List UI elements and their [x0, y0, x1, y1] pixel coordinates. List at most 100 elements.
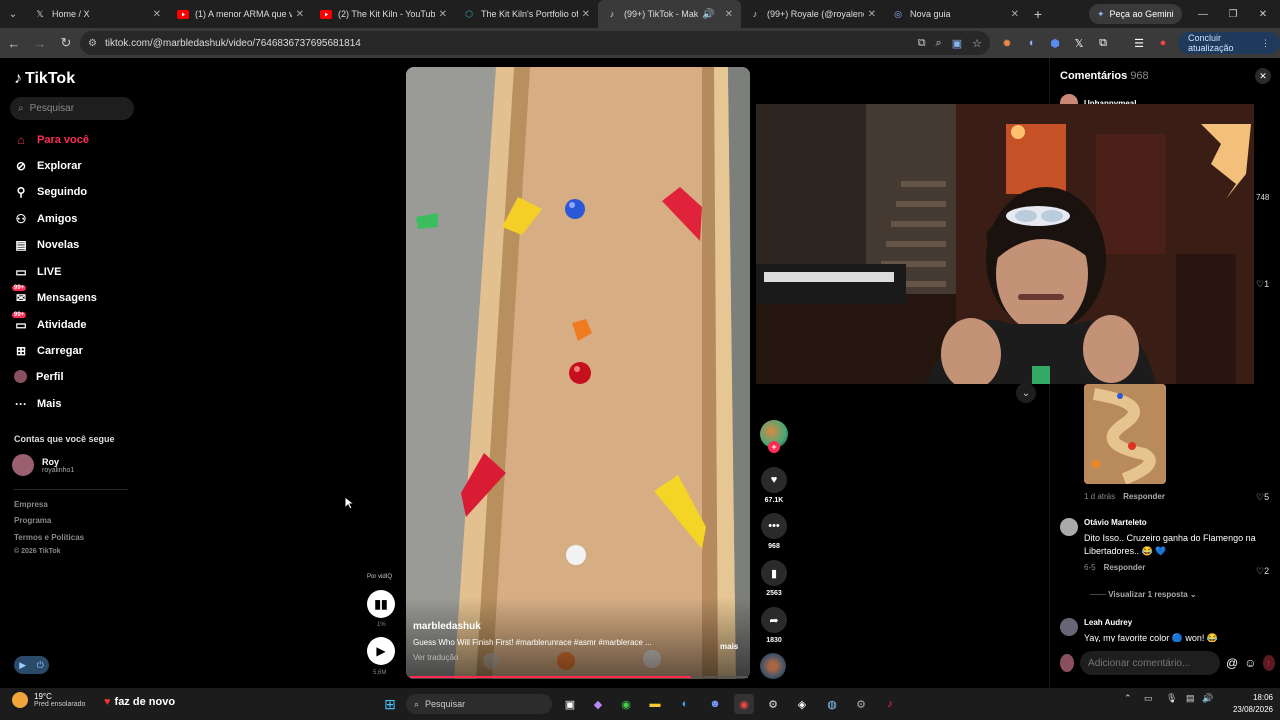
- weather-widget[interactable]: 19°C Pred ensolarado: [12, 692, 85, 708]
- search-input[interactable]: ⌕ Pesquisar: [10, 97, 134, 120]
- avatar[interactable]: [1060, 618, 1078, 636]
- discord-icon[interactable]: ☻: [705, 694, 725, 714]
- microphone-icon[interactable]: 🎙: [1166, 693, 1177, 704]
- extensions-puzzle-icon[interactable]: ⧉: [1092, 28, 1114, 58]
- follow-plus-icon[interactable]: +: [768, 441, 780, 453]
- sidebar-item-explorar[interactable]: ⊘ Explorar: [14, 159, 82, 173]
- close-window-icon[interactable]: ✕: [1248, 0, 1278, 28]
- extension-toggle[interactable]: ▶ ⏻: [14, 656, 49, 674]
- music-disc-icon[interactable]: [760, 653, 786, 679]
- volume-icon[interactable]: 🔊: [1202, 693, 1213, 704]
- file-explorer-icon[interactable]: ▬: [645, 694, 665, 714]
- sidebar-item-atividade[interactable]: ▭ 99+ Atividade: [12, 312, 87, 332]
- comment-input[interactable]: [1080, 651, 1221, 675]
- vidiq-stats-button[interactable]: ▮▮: [367, 590, 395, 618]
- comment-action[interactable]: ••• 968: [760, 513, 788, 550]
- view-replies-button[interactable]: —— Visualizar 1 resposta ⌄: [1090, 590, 1197, 599]
- settings-icon[interactable]: ⚙: [851, 694, 871, 714]
- task-view-icon[interactable]: ▣: [560, 694, 580, 714]
- video-progress-bar[interactable]: [410, 676, 748, 678]
- browser-tab[interactable]: ◎ Nova guia ✕: [884, 0, 1027, 28]
- comment-image[interactable]: [1084, 384, 1166, 484]
- more-link[interactable]: mais: [720, 642, 738, 651]
- translate-icon[interactable]: ⧉: [918, 37, 926, 50]
- update-button[interactable]: Concluir atualização ⋮: [1178, 32, 1280, 54]
- profile-avatar-icon[interactable]: ●: [1152, 28, 1174, 58]
- app-icon[interactable]: ◍: [822, 694, 842, 714]
- comment-like[interactable]: ♡2: [1256, 566, 1269, 577]
- sidebar-item-seguindo[interactable]: ⚲ Seguindo: [14, 185, 88, 199]
- sidebar-item-carregar[interactable]: ⊞ Carregar: [14, 344, 83, 358]
- reply-button[interactable]: Responder: [1104, 563, 1146, 572]
- browser-tab[interactable]: ⬡ The Kit Kiln's Portfolio of 3D ✕: [455, 0, 598, 28]
- picture-in-picture-video[interactable]: [756, 104, 1254, 384]
- minimize-icon[interactable]: —: [1188, 0, 1218, 28]
- sidebar-item-mais[interactable]: ··· Mais: [14, 397, 61, 411]
- extension-icon[interactable]: ⬢: [1044, 28, 1066, 58]
- bookmark-icon[interactable]: ▮: [761, 560, 787, 586]
- tray-chevron-icon[interactable]: ⌃: [1124, 693, 1132, 704]
- footer-link-empresa[interactable]: Empresa: [14, 500, 48, 509]
- chrome-icon[interactable]: ◉: [616, 694, 636, 714]
- network-icon[interactable]: ▤: [1186, 693, 1195, 704]
- cast-icon[interactable]: ▣: [952, 37, 962, 50]
- zoom-icon[interactable]: ⌕: [936, 37, 942, 50]
- send-icon[interactable]: ↑: [1262, 655, 1275, 671]
- browser-tab[interactable]: ♪ (99+) Royale (@royalenene ✕: [741, 0, 884, 28]
- close-tab-icon[interactable]: ✕: [296, 9, 304, 20]
- close-icon[interactable]: ✕: [1255, 68, 1271, 84]
- comment-author[interactable]: Otávio Marteleto: [1084, 518, 1264, 527]
- reply-button[interactable]: Responder: [1123, 492, 1165, 501]
- comment-like[interactable]: ♡1: [1256, 279, 1269, 290]
- copilot-icon[interactable]: ◆: [588, 694, 608, 714]
- comment-author[interactable]: Leah Audrey: [1084, 618, 1264, 627]
- gemini-button[interactable]: ✦ Peça ao Gemini: [1089, 4, 1182, 24]
- close-tab-icon[interactable]: ✕: [725, 9, 733, 20]
- system-clock[interactable]: 18:06 23/08/2026: [1228, 692, 1273, 716]
- close-tab-icon[interactable]: ✕: [153, 9, 161, 20]
- video-username[interactable]: marbledashuk: [413, 621, 743, 632]
- bookmark-star-icon[interactable]: ☆: [972, 37, 982, 50]
- new-tab-button[interactable]: +: [1027, 6, 1049, 22]
- browser-tab[interactable]: 𝕏 Home / X ✕: [26, 0, 169, 28]
- video-player[interactable]: [406, 67, 750, 679]
- share-action[interactable]: ➦ 1830: [760, 607, 788, 644]
- chrome-icon[interactable]: ◉: [734, 694, 754, 714]
- browser-tab[interactable]: (1) A menor ARMA que você ✕: [169, 0, 312, 28]
- site-info-icon[interactable]: ⚙: [88, 38, 97, 49]
- sidebar-item-perfil[interactable]: Perfil: [14, 370, 64, 383]
- sidebar-item-live[interactable]: ▭ LIVE: [14, 265, 61, 279]
- heart-icon[interactable]: ♥: [761, 467, 787, 493]
- back-icon[interactable]: ←: [2, 31, 26, 55]
- kebab-menu-icon[interactable]: ⋮: [1261, 38, 1270, 49]
- sidebar-item-mensagens[interactable]: ✉ 99+ Mensagens: [12, 285, 97, 305]
- maximize-icon[interactable]: ❐: [1218, 0, 1248, 28]
- sidebar-item-para-voce[interactable]: ⌂ Para você: [14, 133, 89, 147]
- comment-like[interactable]: ♡5: [1256, 492, 1269, 503]
- comment-like-count[interactable]: 748: [1256, 193, 1269, 202]
- translate-link[interactable]: Ver tradução: [413, 653, 743, 662]
- tray-icon[interactable]: ▭: [1144, 693, 1153, 704]
- windows-start-icon[interactable]: ⊞: [380, 694, 400, 714]
- save-action[interactable]: ▮ 2563: [760, 560, 788, 597]
- app-icon[interactable]: ◈: [792, 694, 812, 714]
- audio-icon[interactable]: 🔊: [702, 9, 714, 20]
- share-icon[interactable]: ➦: [761, 607, 787, 633]
- news-widget[interactable]: ♥ faz de novo: [104, 696, 175, 708]
- footer-link-programa[interactable]: Programa: [14, 516, 51, 525]
- emoji-icon[interactable]: ☺: [1244, 656, 1256, 670]
- browser-tab[interactable]: (2) The Kit Kiln - YouTube ✕: [312, 0, 455, 28]
- play-button[interactable]: ▶: [367, 637, 395, 665]
- steam-icon[interactable]: ⚙: [763, 694, 783, 714]
- tiktok-icon[interactable]: ♪: [880, 694, 900, 714]
- reload-icon[interactable]: ↻: [54, 31, 78, 55]
- chevron-down-icon[interactable]: ⌄: [1016, 383, 1036, 403]
- edge-icon[interactable]: ◐: [675, 694, 695, 714]
- comment-icon[interactable]: •••: [761, 513, 787, 539]
- x-extension-icon[interactable]: 𝕏: [1068, 28, 1090, 58]
- close-tab-icon[interactable]: ✕: [1011, 9, 1019, 20]
- mention-icon[interactable]: @: [1226, 656, 1238, 670]
- reading-list-icon[interactable]: ☰: [1128, 28, 1150, 58]
- tiktok-logo[interactable]: ♪ TikTok: [14, 70, 75, 88]
- extension-icon[interactable]: ✹: [996, 28, 1018, 58]
